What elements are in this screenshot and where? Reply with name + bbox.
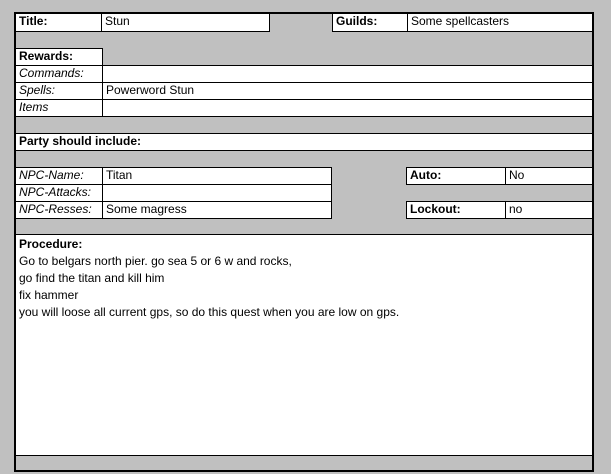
spells-label-cell: Spells: xyxy=(16,82,103,100)
rewards-heading-cell: Rewards: xyxy=(16,48,103,66)
auto-label: Auto: xyxy=(410,168,442,182)
lockout-value: no xyxy=(509,202,523,216)
guilds-label-cell: Guilds: xyxy=(332,14,408,32)
party-heading: Party should include: xyxy=(19,134,142,148)
lockout-label: Lockout: xyxy=(410,202,461,216)
title-field[interactable]: Stun xyxy=(102,14,270,32)
auto-field[interactable]: No xyxy=(505,167,592,185)
commands-label: Commands: xyxy=(19,66,84,80)
items-label-cell: Items xyxy=(16,99,103,117)
procedure-line: you will loose all current gps, so do th… xyxy=(19,305,400,319)
npc-name-label-cell: NPC-Name: xyxy=(16,167,103,185)
title-label: Title: xyxy=(19,14,48,28)
npc-name-field[interactable]: Titan xyxy=(102,167,332,185)
procedure-line: Go to belgars north pier. go sea 5 or 6 … xyxy=(19,254,292,268)
commands-field[interactable] xyxy=(102,65,592,83)
items-field[interactable] xyxy=(102,99,592,117)
rewards-heading: Rewards: xyxy=(19,49,74,63)
items-label: Items xyxy=(19,100,49,114)
party-heading-cell: Party should include: xyxy=(16,133,592,151)
npc-name-label: NPC-Name: xyxy=(19,168,84,182)
auto-label-cell: Auto: xyxy=(406,167,506,185)
commands-label-cell: Commands: xyxy=(16,65,103,83)
npc-attacks-label-cell: NPC-Attacks: xyxy=(16,184,103,202)
title-label-cell: Title: xyxy=(16,14,102,32)
procedure-line: fix hammer xyxy=(19,288,79,302)
lockout-label-cell: Lockout: xyxy=(406,201,506,219)
npc-name-value: Titan xyxy=(106,168,133,182)
spells-label: Spells: xyxy=(19,83,56,97)
auto-value: No xyxy=(509,168,525,182)
npc-resses-value: Some magress xyxy=(106,202,187,216)
npc-resses-label: NPC-Resses: xyxy=(19,202,92,216)
guilds-field[interactable]: Some spellcasters xyxy=(407,14,592,32)
npc-attacks-label: NPC-Attacks: xyxy=(19,185,92,199)
quest-form: Title: Stun Guilds: Some spellcasters Re… xyxy=(14,12,594,472)
procedure-heading: Procedure: xyxy=(19,237,83,251)
npc-resses-label-cell: NPC-Resses: xyxy=(16,201,103,219)
procedure-line: go find the titan and kill him xyxy=(19,271,165,285)
npc-resses-field[interactable]: Some magress xyxy=(102,201,332,219)
procedure-area[interactable]: Procedure: Go to belgars north pier. go … xyxy=(16,234,592,456)
spells-value: Powerword Stun xyxy=(106,83,195,97)
title-value: Stun xyxy=(105,14,130,28)
npc-attacks-field[interactable] xyxy=(102,184,332,202)
guilds-label: Guilds: xyxy=(336,14,378,28)
lockout-field[interactable]: no xyxy=(505,201,592,219)
guilds-value: Some spellcasters xyxy=(411,14,510,28)
spells-field[interactable]: Powerword Stun xyxy=(102,82,592,100)
